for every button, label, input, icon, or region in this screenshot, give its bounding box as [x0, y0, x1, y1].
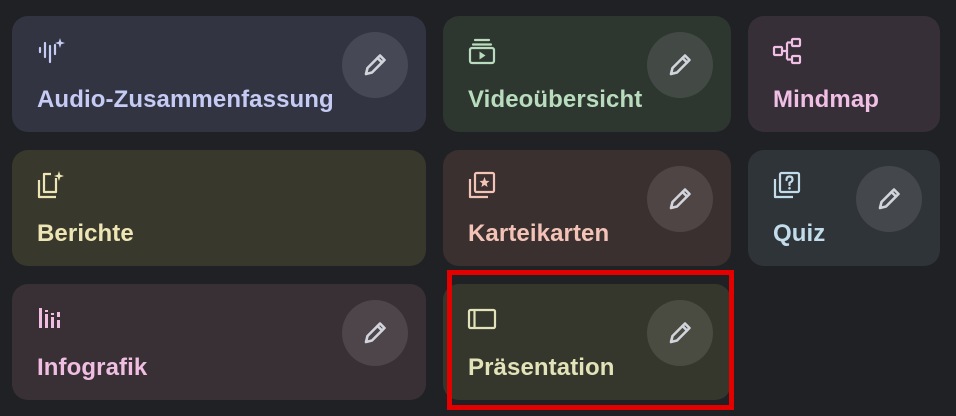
- card-label-infographic: Infografik: [37, 354, 148, 381]
- card-label-quiz: Quiz: [773, 220, 826, 247]
- edit-audio-button[interactable]: [342, 32, 408, 98]
- card-label-presentation: Präsentation: [468, 354, 615, 381]
- card-reports[interactable]: Berichte: [12, 150, 426, 266]
- card-mindmap[interactable]: Mindmap: [748, 16, 940, 132]
- pencil-icon: [873, 183, 905, 215]
- mindmap-icon: [772, 36, 802, 66]
- card-audio-summary[interactable]: Audio-Zusammenfassung: [12, 16, 426, 132]
- card-quiz[interactable]: Quiz: [748, 150, 940, 266]
- video-player-icon: [467, 36, 497, 66]
- pencil-icon: [664, 317, 696, 349]
- card-flashcards[interactable]: Karteikarten: [443, 150, 731, 266]
- pencil-icon: [359, 317, 391, 349]
- card-label-mindmap: Mindmap: [773, 86, 880, 113]
- pencil-icon: [664, 49, 696, 81]
- card-label-flashcards: Karteikarten: [468, 220, 610, 247]
- card-video-overview[interactable]: Videoübersicht: [443, 16, 731, 132]
- reports-sparkle-icon: [36, 170, 66, 200]
- edit-flashcards-button[interactable]: [647, 166, 713, 232]
- card-label-video: Videoübersicht: [468, 86, 643, 113]
- card-label-audio: Audio-Zusammenfassung: [37, 86, 334, 113]
- edit-video-button[interactable]: [647, 32, 713, 98]
- flashcards-icon: [467, 170, 497, 200]
- pencil-icon: [664, 183, 696, 215]
- edit-quiz-button[interactable]: [856, 166, 922, 232]
- card-label-reports: Berichte: [37, 220, 134, 247]
- card-infographic[interactable]: Infografik: [12, 284, 426, 400]
- card-presentation[interactable]: Präsentation: [443, 284, 731, 400]
- quiz-icon: [772, 170, 802, 200]
- audio-waveform-sparkle-icon: [36, 36, 66, 66]
- pencil-icon: [359, 49, 391, 81]
- presentation-icon: [467, 304, 497, 334]
- edit-presentation-button[interactable]: [647, 300, 713, 366]
- infographic-icon: [36, 304, 66, 334]
- edit-infographic-button[interactable]: [342, 300, 408, 366]
